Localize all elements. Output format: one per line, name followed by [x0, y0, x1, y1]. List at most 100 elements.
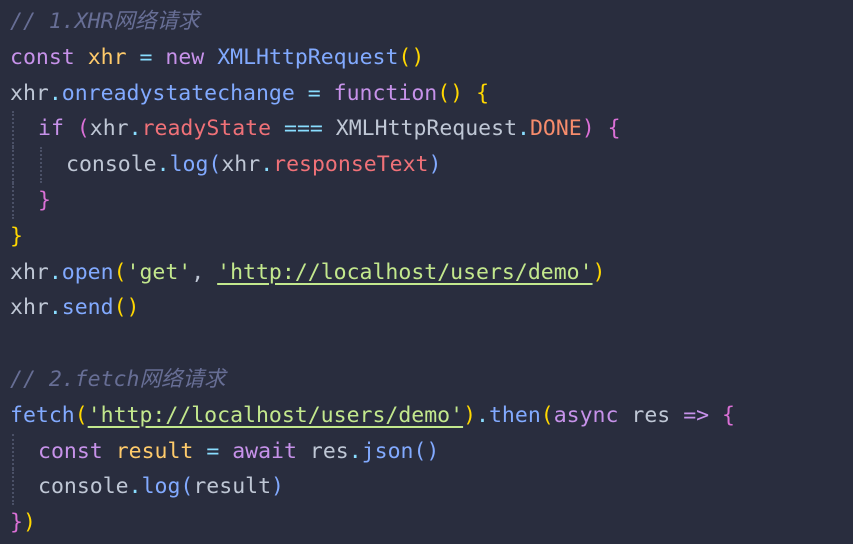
code-token: ( — [180, 474, 194, 500]
code-line[interactable]: xhr.open('get', 'http://localhost/users/… — [0, 255, 853, 291]
code-token: console — [66, 152, 157, 178]
code-token: const — [10, 44, 75, 70]
code-token: ( — [208, 152, 222, 178]
code-token: 'get' — [126, 259, 192, 285]
code-token: result — [193, 474, 272, 500]
code-token: = — [139, 44, 153, 70]
code-token: () — [413, 438, 440, 464]
code-token: . — [128, 116, 142, 142]
code-editor[interactable]: // 1.XHR网络请求 const xhr = new XMLHttpReque… — [0, 0, 853, 544]
indent-guide — [40, 147, 42, 183]
code-line[interactable]: const xhr = new XMLHttpRequest() — [0, 40, 853, 76]
code-token: new — [165, 44, 205, 70]
code-token: ) — [581, 116, 595, 142]
code-line[interactable]: }) — [0, 505, 853, 541]
code-line[interactable]: xhr.send() — [0, 290, 853, 326]
code-token: ( — [540, 402, 554, 428]
code-token: fetch — [10, 402, 75, 428]
code-token: DONE — [529, 116, 582, 142]
code-line[interactable]: fetch('http://localhost/users/demo').the… — [0, 398, 853, 434]
code-line[interactable] — [0, 326, 853, 362]
code-line[interactable]: if (xhr.readyState === XMLHttpRequest.DO… — [0, 111, 853, 148]
code-token: { — [607, 116, 621, 142]
code-token: ) — [271, 474, 284, 500]
code-line[interactable]: } — [0, 219, 853, 255]
code-token: ( — [74, 402, 88, 428]
code-token: . — [128, 474, 142, 500]
indent-guide — [12, 111, 14, 148]
code-token: send — [61, 295, 114, 321]
code-token: = — [206, 438, 220, 464]
code-token: ) — [428, 152, 442, 178]
code-line[interactable]: // 2.fetch网络请求 — [0, 362, 853, 398]
code-token: { — [476, 80, 490, 106]
code-token: . — [517, 116, 530, 142]
code-token: () — [113, 295, 140, 321]
code-line[interactable]: console.log(result) — [0, 469, 853, 506]
code-token: json — [361, 438, 414, 464]
code-token: res — [309, 438, 349, 464]
code-token: res — [631, 402, 671, 428]
code-token: , — [191, 259, 218, 285]
code-token: . — [48, 259, 62, 285]
code-line[interactable]: const result = await res.json() — [0, 433, 853, 470]
code-line[interactable]: // 1.XHR网络请求 — [0, 4, 853, 40]
code-token: ( — [113, 259, 127, 285]
code-token: . — [476, 402, 489, 428]
code-token: } — [38, 187, 51, 213]
code-token: // 2.fetch网络请求 — [10, 366, 226, 392]
code-token: => — [683, 402, 710, 428]
code-token: { — [722, 402, 735, 428]
code-token: ) — [463, 402, 477, 428]
code-token: . — [348, 438, 362, 464]
code-token: = — [307, 80, 321, 106]
indent-guide — [12, 182, 14, 219]
code-token: . — [156, 152, 170, 178]
code-token: log — [169, 152, 209, 178]
code-token: // 1.XHR网络请求 — [10, 9, 200, 34]
code-token: console — [38, 474, 129, 500]
indent-guide — [12, 147, 14, 183]
code-token: ( — [76, 116, 90, 142]
code-line[interactable]: } — [0, 182, 853, 219]
code-token: ) — [22, 510, 36, 536]
indent-guide — [12, 469, 14, 506]
code-token: await — [232, 438, 297, 464]
code-token: if — [38, 116, 64, 142]
code-lines: // 1.XHR网络请求 const xhr = new XMLHttpReque… — [0, 4, 853, 541]
code-token: responseText — [273, 152, 429, 178]
code-token: 'http://localhost/users/demo' — [217, 259, 593, 285]
code-token: xhr — [87, 44, 127, 70]
code-token: xhr — [10, 259, 49, 285]
code-line[interactable]: xhr.onreadystatechange = function() { — [0, 76, 853, 112]
code-token: onreadystatechange — [61, 80, 295, 106]
code-token: xhr — [10, 295, 49, 321]
code-token: open — [61, 259, 114, 285]
code-token: xhr — [221, 152, 261, 178]
code-token: readyState — [141, 116, 272, 142]
code-line[interactable]: console.log(xhr.responseText) — [0, 147, 853, 183]
code-token: then — [488, 402, 541, 428]
code-token: result — [115, 438, 194, 464]
code-token: async — [553, 402, 619, 428]
code-token: xhr — [89, 116, 129, 142]
code-token: 'http://localhost/users/demo' — [87, 402, 464, 428]
code-token: . — [260, 152, 274, 178]
code-token: ) — [592, 259, 606, 285]
code-token: log — [141, 474, 181, 500]
code-token: () — [398, 44, 425, 70]
code-token: . — [48, 80, 62, 106]
